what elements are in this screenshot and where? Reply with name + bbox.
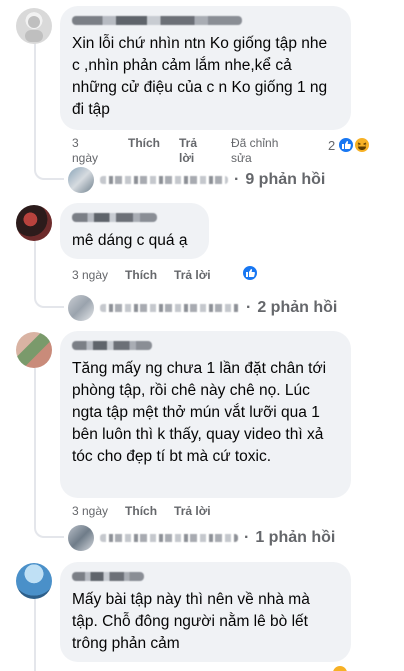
comment-author[interactable] [72, 211, 197, 226]
comment-time[interactable]: 3 ngày [72, 136, 100, 166]
comment-author[interactable] [72, 339, 339, 354]
comment-time[interactable]: 3 ngày [72, 504, 108, 519]
reply-avatar [68, 295, 94, 321]
replier-names [100, 304, 240, 312]
thread-line [34, 368, 36, 523]
replies-label: · [246, 299, 252, 316]
comment-actions: 3 ngày Thích Trả lời [72, 268, 211, 283]
avatar[interactable] [16, 563, 52, 599]
reaction-count: 2 [328, 137, 336, 153]
replies-label: · [234, 171, 240, 188]
like-button[interactable]: Thích [128, 136, 160, 166]
comment-text: Tăng mấy ng chưa 1 lần đặt chân tới phòn… [72, 360, 327, 465]
haha-icon [353, 136, 372, 154]
replier-names [100, 534, 238, 542]
replies-count: 2 phản hồi [257, 299, 338, 316]
like-button[interactable]: Thích [125, 268, 157, 283]
comment-actions: 3 ngày Thích Trả lời Đã chỉnh sửa [72, 136, 291, 166]
reply-button[interactable]: Trả lời [179, 136, 207, 166]
reply-button[interactable]: Trả lời [174, 504, 211, 519]
comment-bubble: Mấy bài tập này thì nên về nhà mà tập. C… [60, 562, 351, 662]
replies-count: 1 phản hồi [255, 529, 336, 546]
comment-time[interactable]: 3 ngày [72, 268, 108, 283]
view-replies[interactable]: · 1 phản hồi [68, 525, 335, 551]
thread-elbow [34, 510, 64, 538]
reaction-summary[interactable]: 2 [328, 136, 372, 154]
haha-icon [331, 664, 349, 671]
thread-elbow [34, 282, 64, 308]
avatar[interactable] [16, 332, 52, 368]
comment-actions: 3 ngày Thích Trả lời [72, 504, 211, 519]
replies-label: · [244, 529, 250, 546]
avatar[interactable] [16, 205, 52, 241]
comment-text: mê dáng c quá ạ [72, 232, 188, 249]
thread-line [34, 596, 36, 671]
comment-bubble: mê dáng c quá ạ [60, 203, 209, 259]
comment-bubble: Xin lỗi chứ nhìn ntn Ko giống tập nhe c … [60, 6, 351, 130]
comment-author[interactable] [72, 570, 339, 585]
view-replies[interactable]: · 2 phản hồi [68, 295, 337, 321]
thread-line [34, 42, 36, 162]
like-button[interactable]: Thích [125, 504, 157, 519]
comment-bubble: Tăng mấy ng chưa 1 lần đặt chân tới phòn… [60, 331, 351, 498]
reaction-summary[interactable] [331, 664, 349, 671]
reply-button[interactable]: Trả lời [174, 268, 211, 283]
replies-count: 9 phản hồi [245, 171, 326, 188]
replier-names [100, 176, 228, 184]
reply-avatar [68, 167, 94, 193]
like-icon [241, 264, 259, 282]
avatar[interactable] [16, 8, 52, 44]
view-replies[interactable]: · 9 phản hồi [68, 167, 325, 193]
edited-label[interactable]: Đã chỉnh sửa [231, 136, 291, 166]
comment-author[interactable] [72, 14, 339, 29]
comment-text: Mấy bài tập này thì nên về nhà mà tập. C… [72, 591, 310, 652]
reaction-summary[interactable] [241, 264, 259, 282]
reply-avatar [68, 525, 94, 551]
thread-elbow [34, 150, 64, 180]
comment-text: Xin lỗi chứ nhìn ntn Ko giống tập nhe c … [72, 35, 328, 118]
